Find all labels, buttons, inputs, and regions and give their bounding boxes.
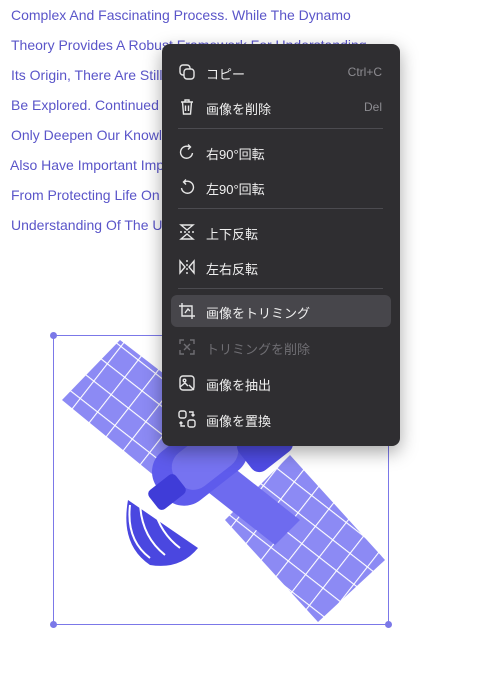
menu-item-replace-image[interactable]: 画像を置換 — [171, 403, 391, 435]
menu-item-flip-vertical[interactable]: 上下反転 — [171, 216, 391, 248]
menu-item-label: 左右反転 — [206, 262, 259, 277]
menu-divider — [178, 128, 383, 129]
menu-divider — [178, 208, 383, 209]
menu-item-label: 画像をトリミング — [206, 306, 311, 321]
resize-handle-bottom-left[interactable] — [50, 621, 57, 628]
menu-item-label: 上下反転 — [206, 227, 259, 242]
menu-item-label: コピー — [206, 67, 246, 82]
crop-icon — [177, 301, 197, 321]
menu-item-crop-image[interactable]: 画像をトリミング — [171, 295, 391, 327]
flip-horizontal-icon — [177, 257, 197, 277]
trash-icon — [177, 97, 197, 117]
resize-handle-bottom-right[interactable] — [385, 621, 392, 628]
menu-item-label: 左90°回転 — [206, 182, 265, 197]
menu-item-rotate-right[interactable]: 右90°回転 — [171, 136, 391, 168]
extract-image-icon — [177, 373, 197, 393]
menu-item-label: 画像を削除 — [206, 102, 272, 117]
shortcut-label: Del — [363, 100, 382, 114]
menu-item-extract-image[interactable]: 画像を抽出 — [171, 367, 391, 399]
shortcut-label: Ctrl+C — [347, 65, 382, 79]
menu-item-label: トリミングを削除 — [206, 342, 311, 357]
menu-item-label: 右90°回転 — [206, 147, 265, 162]
menu-item-label: 画像を置換 — [206, 414, 272, 429]
replace-image-icon — [177, 409, 197, 429]
menu-item-copy[interactable]: コピー Ctrl+C — [171, 56, 391, 88]
rotate-left-icon — [177, 177, 197, 197]
copy-icon — [177, 62, 197, 82]
menu-divider — [178, 288, 383, 289]
flip-vertical-icon — [177, 222, 197, 242]
menu-item-remove-crop: トリミングを削除 — [171, 331, 391, 363]
menu-item-label: 画像を抽出 — [206, 378, 272, 393]
menu-item-flip-horizontal[interactable]: 左右反転 — [171, 251, 391, 283]
resize-handle-top-left[interactable] — [50, 332, 57, 339]
rotate-right-icon — [177, 142, 197, 162]
menu-item-delete-image[interactable]: 画像を削除 Del — [171, 91, 391, 123]
context-menu: コピー Ctrl+C 画像を削除 Del 右90°回転 左90°回転 上下反転 … — [162, 44, 400, 446]
menu-item-rotate-left[interactable]: 左90°回転 — [171, 171, 391, 203]
remove-crop-icon — [177, 337, 197, 357]
